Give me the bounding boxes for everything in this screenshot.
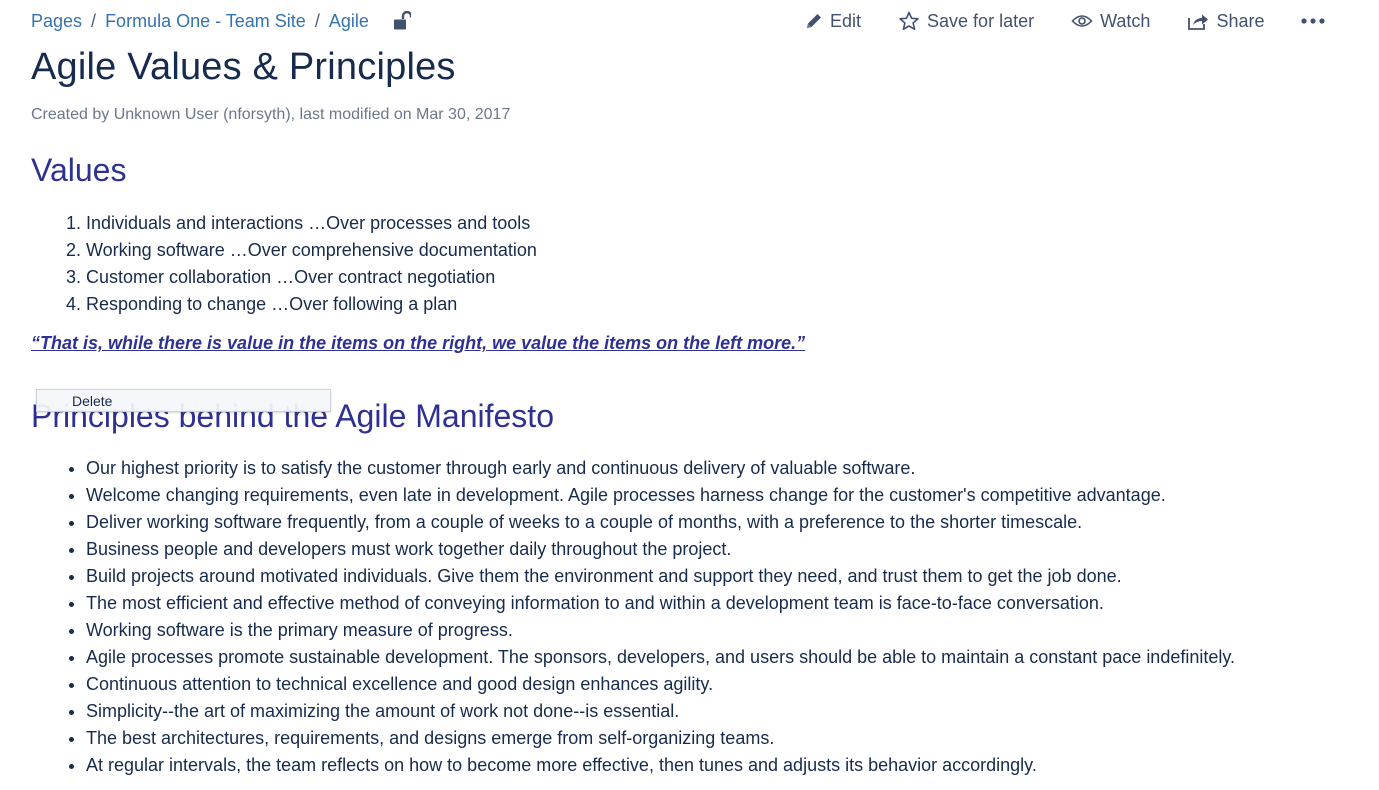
pencil-icon <box>807 14 821 28</box>
breadcrumb-pages[interactable]: Pages <box>31 11 82 32</box>
confluence-page: Pages / Formula One - Team Site / Agile … <box>0 0 1379 790</box>
eye-icon <box>1071 15 1093 27</box>
manifesto-quote: “That is, while there is value in the it… <box>31 333 806 353</box>
more-actions-button[interactable] <box>1301 17 1332 25</box>
delete-menu-item[interactable]: Delete <box>36 389 331 412</box>
breadcrumb-team-site[interactable]: Formula One - Team Site <box>105 11 306 32</box>
star-icon <box>899 11 919 31</box>
more-icon <box>1301 18 1326 24</box>
breadcrumb-separator: / <box>91 10 97 31</box>
list-item: The best architectures, requirements, an… <box>86 725 1235 752</box>
page-byline: Created by Unknown User (nforsyth), last… <box>31 106 511 123</box>
breadcrumb: Pages / Formula One - Team Site / Agile <box>31 9 411 33</box>
share-button[interactable]: Share <box>1187 11 1264 32</box>
page-title: Agile Values & Principles <box>31 46 456 88</box>
list-item: The most efficient and effective method … <box>86 590 1235 617</box>
page-actions: Edit Save for later Watch Share <box>805 8 1332 34</box>
list-item: At regular intervals, the team reflects … <box>86 752 1235 779</box>
edit-button[interactable]: Edit <box>805 11 861 32</box>
watch-button[interactable]: Watch <box>1071 11 1150 32</box>
list-item: Business people and developers must work… <box>86 536 1235 563</box>
list-item: Individuals and interactions …Over proce… <box>86 210 537 237</box>
save-for-later-button[interactable]: Save for later <box>898 11 1034 32</box>
list-item: Build projects around motivated individu… <box>86 563 1235 590</box>
principles-list: Our highest priority is to satisfy the c… <box>86 455 1235 779</box>
save-for-later-label: Save for later <box>927 10 1035 31</box>
share-icon <box>1188 14 1209 30</box>
list-item: Customer collaboration …Over contract ne… <box>86 264 537 291</box>
list-item: Responding to change …Over following a p… <box>86 291 537 318</box>
list-item: Continuous attention to technical excell… <box>86 671 1235 698</box>
list-item: Our highest priority is to satisfy the c… <box>86 455 1235 482</box>
list-item: Deliver working software frequently, fro… <box>86 509 1235 536</box>
values-heading: Values <box>31 152 127 188</box>
list-item: Working software …Over comprehensive doc… <box>86 237 537 264</box>
list-item: Welcome changing requirements, even late… <box>86 482 1235 509</box>
share-label: Share <box>1216 10 1265 31</box>
edit-label: Edit <box>830 10 862 31</box>
unlock-icon[interactable] <box>393 11 411 31</box>
watch-label: Watch <box>1100 10 1151 31</box>
list-item: Agile processes promote sustainable deve… <box>86 644 1235 671</box>
list-item: Working software is the primary measure … <box>86 617 1235 644</box>
list-item: Simplicity--the art of maximizing the am… <box>86 698 1235 725</box>
breadcrumb-separator: / <box>314 10 320 31</box>
values-list: Individuals and interactions …Over proce… <box>86 210 537 318</box>
breadcrumb-agile[interactable]: Agile <box>329 11 369 32</box>
